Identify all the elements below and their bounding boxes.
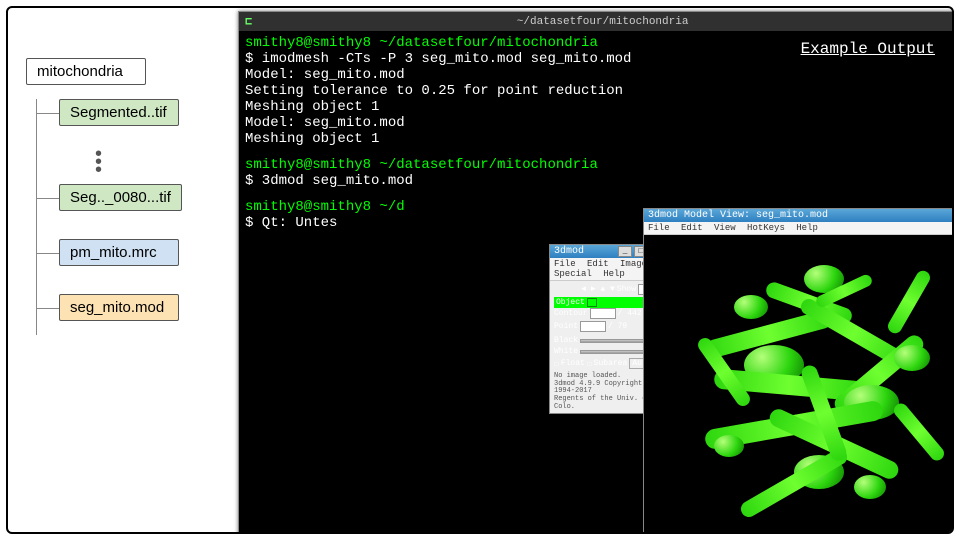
menu-file[interactable]: File xyxy=(648,223,670,233)
example-output-label: Example Output xyxy=(801,40,935,58)
white-label: White xyxy=(554,347,578,356)
terminal-title: ~/datasetfour/mitochondria xyxy=(258,16,947,28)
menu-view[interactable]: View xyxy=(714,223,736,233)
menu-file[interactable]: File xyxy=(554,259,576,269)
float-checkbox[interactable]: Float xyxy=(561,359,585,368)
menu-help[interactable]: Help xyxy=(603,269,625,279)
tree-file-segmented: Segmented..tif xyxy=(59,99,179,126)
tree-ellipsis: ••• xyxy=(95,150,182,174)
menu-edit[interactable]: Edit xyxy=(587,259,609,269)
point-label: Point xyxy=(554,322,578,331)
model-title: 3dmod Model View: seg_mito.mod xyxy=(648,210,828,221)
contour-value[interactable]: 3616 xyxy=(590,308,616,319)
out-2: Setting tolerance to 0.25 for point redu… xyxy=(245,83,947,99)
white-slider[interactable] xyxy=(580,350,648,354)
black-label: Black xyxy=(554,336,578,345)
cmd-2: $ 3dmod seg_mito.mod xyxy=(245,173,947,189)
terminal-body[interactable]: smithy8@smithy8 ~/datasetfour/mitochondr… xyxy=(239,31,953,235)
point-max: / 79 xyxy=(608,322,627,331)
point-value[interactable]: 8 xyxy=(580,321,606,332)
show-label: Show xyxy=(617,285,636,294)
out-4: Model: seg_mito.mod xyxy=(245,115,947,131)
out-1: Model: seg_mito.mod xyxy=(245,67,947,83)
tree-file-mod: seg_mito.mod xyxy=(59,294,179,321)
terminal-icon: ⊏ xyxy=(245,14,252,29)
object-color-swatch[interactable] xyxy=(587,298,597,307)
model-titlebar[interactable]: 3dmod Model View: seg_mito.mod _ □ x xyxy=(644,209,954,222)
tree-root: mitochondria xyxy=(26,58,146,85)
page-frame: mitochondria Segmented..tif ••• Seg.._00… xyxy=(6,6,954,534)
terminal-titlebar: ⊏ ~/datasetfour/mitochondria xyxy=(239,12,953,31)
menu-special[interactable]: Special xyxy=(554,269,592,279)
contour-label: Contour xyxy=(554,309,588,318)
tree-file-mrc: pm_mito.mrc xyxy=(59,239,179,266)
subarea-checkbox[interactable]: Subarea xyxy=(594,359,628,368)
out-5: Meshing object 1 xyxy=(245,131,947,147)
info-title: 3dmod xyxy=(554,246,584,257)
menu-edit[interactable]: Edit xyxy=(681,223,703,233)
model-menubar[interactable]: File Edit View HotKeys Help xyxy=(644,222,954,235)
prompt-2: smithy8@smithy8 ~/datasetfour/mitochondr… xyxy=(245,157,947,173)
terminal-window[interactable]: ⊏ ~/datasetfour/mitochondria Example Out… xyxy=(238,11,954,534)
minimize-button[interactable]: _ xyxy=(618,246,632,257)
tree-file-seg0080: Seg.._0080...tif xyxy=(59,184,182,211)
model-view-window[interactable]: 3dmod Model View: seg_mito.mod _ □ x Fil… xyxy=(643,208,954,534)
minimize-button[interactable]: _ xyxy=(952,210,954,221)
menu-help[interactable]: Help xyxy=(796,223,818,233)
out-3: Meshing object 1 xyxy=(245,99,947,115)
model-canvas[interactable] xyxy=(644,235,954,531)
menu-hotkeys[interactable]: HotKeys xyxy=(747,223,785,233)
file-tree: mitochondria Segmented..tif ••• Seg.._00… xyxy=(26,58,182,349)
